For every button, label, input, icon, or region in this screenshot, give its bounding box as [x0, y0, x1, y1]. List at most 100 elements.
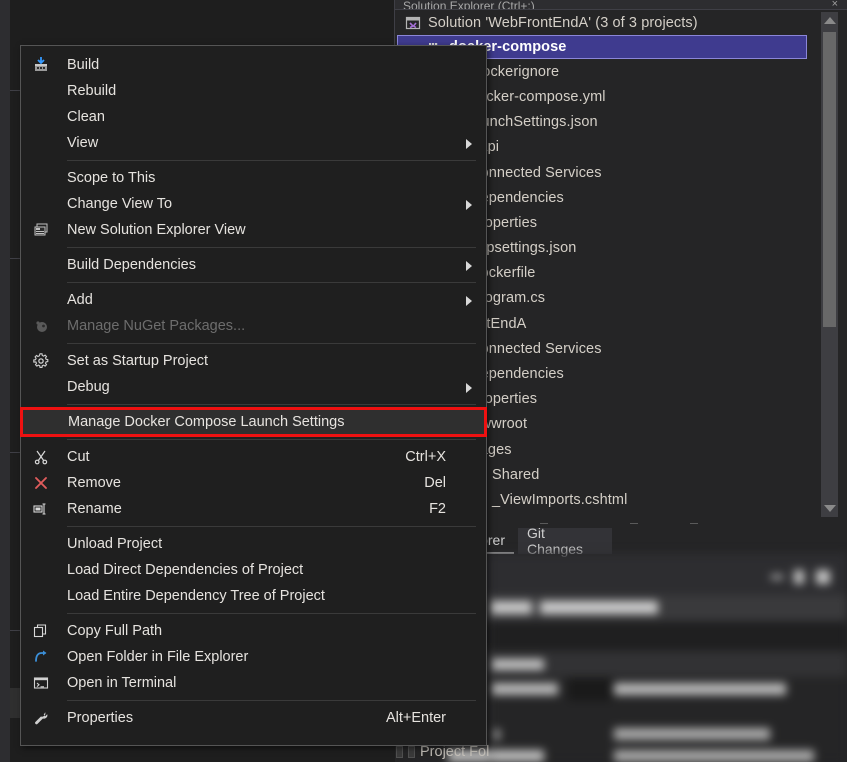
scrollbar-thumb[interactable] — [823, 32, 836, 327]
submenu-chevron-icon — [466, 139, 472, 149]
properties-row-4-right — [614, 683, 786, 695]
menu-item-add[interactable]: Add — [21, 287, 486, 313]
menu-item-build-dependencies[interactable]: Build Dependencies — [21, 252, 486, 278]
menu-item-label: Rebuild — [67, 83, 486, 99]
menu-item-label: Build Dependencies — [67, 257, 486, 273]
remove-icon — [31, 474, 51, 492]
menu-separator — [67, 613, 476, 614]
menu-item-rename[interactable]: RenameF2 — [21, 496, 486, 522]
menu-item-label: View — [67, 135, 486, 151]
menu-item-label: Open in Terminal — [67, 675, 486, 691]
menu-item-label: Debug — [67, 379, 486, 395]
menu-item-label: Properties — [67, 710, 386, 726]
menu-item-shortcut: Ctrl+X — [405, 449, 486, 465]
menu-item-label: Build — [67, 57, 486, 73]
terminal-icon — [31, 674, 51, 692]
scroll-up-arrow-icon[interactable] — [821, 12, 838, 29]
properties-row-6-right — [614, 750, 814, 762]
open-folder-icon — [31, 648, 51, 666]
menu-item-label: Remove — [67, 475, 424, 491]
vs-screenshot-root: Solution Explorer (Ctrl+;) × Solution 'W… — [0, 0, 847, 762]
menu-item-build[interactable]: Build — [21, 52, 486, 78]
menu-separator — [67, 160, 476, 161]
properties-row-4-left — [492, 683, 558, 695]
tree-item-solution-webfrontenda-3-of-3-projects[interactable]: Solution 'WebFrontEndA' (3 of 3 projects… — [397, 10, 807, 35]
menu-separator — [67, 439, 476, 440]
menu-item-scope-to-this[interactable]: Scope to This — [21, 165, 486, 191]
new-solution-explorer-view-icon — [31, 221, 51, 239]
gear-icon — [31, 352, 51, 370]
tree-item-label: Connected Services — [470, 165, 602, 181]
menu-item-label: Load Entire Dependency Tree of Project — [67, 588, 486, 604]
close-icon[interactable]: × — [832, 0, 838, 9]
properties-header-text — [540, 601, 658, 614]
submenu-chevron-icon — [466, 296, 472, 306]
menu-item-shortcut: Alt+Enter — [386, 710, 486, 726]
menu-item-new-solution-explorer-view[interactable]: New Solution Explorer View — [21, 217, 486, 243]
menu-item-change-view-to[interactable]: Change View To — [21, 191, 486, 217]
menu-item-open-in-terminal[interactable]: Open in Terminal — [21, 670, 486, 696]
menu-item-rebuild[interactable]: Rebuild — [21, 78, 486, 104]
menu-item-view[interactable]: View — [21, 130, 486, 156]
close-icon[interactable] — [816, 570, 830, 584]
tree-item-label: Shared — [492, 467, 539, 483]
properties-header-accent — [490, 601, 532, 614]
project-context-menu[interactable]: Build Rebuild Clean View Scope to This Change… — [20, 45, 487, 746]
menu-item-manage-docker-compose-launch-settings[interactable]: Manage Docker Compose Launch Settings — [22, 409, 485, 435]
menu-separator — [67, 404, 476, 405]
menu-item-unload-project[interactable]: Unload Project — [21, 531, 486, 557]
menu-item-label: Manage Docker Compose Launch Settings — [68, 414, 485, 430]
maximize-icon[interactable] — [794, 570, 804, 584]
tree-item-label: Connected Services — [470, 341, 602, 357]
nuget-icon — [31, 317, 51, 335]
menu-item-label: Open Folder in File Explorer — [67, 649, 486, 665]
properties-row-3-text — [492, 659, 544, 670]
scroll-down-arrow-icon[interactable] — [821, 500, 838, 517]
menu-item-shortcut: Del — [424, 475, 486, 491]
tree-item-label: Solution 'WebFrontEndA' (3 of 3 projects… — [428, 15, 698, 31]
menu-item-debug[interactable]: Debug — [21, 374, 486, 400]
submenu-chevron-icon — [466, 200, 472, 210]
menu-item-label: Add — [67, 292, 486, 308]
rename-icon — [31, 500, 51, 518]
menu-item-label: Unload Project — [67, 536, 486, 552]
menu-separator — [67, 282, 476, 283]
menu-item-manage-nuget-packages: Manage NuGet Packages... — [21, 313, 486, 339]
menu-item-open-folder-in-file-explorer[interactable]: Open Folder in File Explorer — [21, 644, 486, 670]
context-menu-items: Build Rebuild Clean View Scope to This Change… — [21, 46, 486, 731]
submenu-chevron-icon — [466, 383, 472, 393]
menu-item-shortcut: F2 — [429, 501, 486, 517]
minimize-icon[interactable] — [771, 575, 783, 579]
tab-git-changes[interactable]: Git Changes — [518, 528, 612, 554]
properties-row-5-left — [494, 729, 500, 740]
menu-separator — [67, 526, 476, 527]
menu-separator — [67, 247, 476, 248]
menu-separator — [67, 700, 476, 701]
menu-item-load-entire-dependency-tree-of-project[interactable]: Load Entire Dependency Tree of Project — [21, 583, 486, 609]
menu-item-label: Rename — [67, 501, 429, 517]
tree-item-label: _ViewImports.cshtml — [492, 492, 627, 508]
menu-item-label: Cut — [67, 449, 405, 465]
solution-tree-scrollbar[interactable] — [821, 12, 838, 517]
menu-item-set-as-startup-project[interactable]: Set as Startup Project — [21, 348, 486, 374]
menu-item-label: Set as Startup Project — [67, 353, 486, 369]
menu-item-label: Copy Full Path — [67, 623, 486, 639]
solution-explorer-header: Solution Explorer (Ctrl+;) × — [395, 0, 847, 9]
project-folder-label: Project Fol — [420, 744, 489, 760]
build-icon — [31, 56, 51, 74]
wrench-icon — [31, 709, 51, 727]
properties-row-5-right — [614, 728, 770, 740]
menu-separator — [67, 343, 476, 344]
left-edge-gutter — [0, 0, 10, 762]
menu-item-cut[interactable]: CutCtrl+X — [21, 444, 486, 470]
menu-item-remove[interactable]: RemoveDel — [21, 470, 486, 496]
menu-item-label: New Solution Explorer View — [67, 222, 486, 238]
menu-item-clean[interactable]: Clean — [21, 104, 486, 130]
properties-row-4-box — [568, 677, 612, 701]
menu-item-label: Scope to This — [67, 170, 486, 186]
menu-item-copy-full-path[interactable]: Copy Full Path — [21, 618, 486, 644]
properties-divider — [490, 595, 491, 762]
menu-item-properties[interactable]: PropertiesAlt+Enter — [21, 705, 486, 731]
cut-icon — [31, 448, 51, 466]
menu-item-load-direct-dependencies-of-project[interactable]: Load Direct Dependencies of Project — [21, 557, 486, 583]
